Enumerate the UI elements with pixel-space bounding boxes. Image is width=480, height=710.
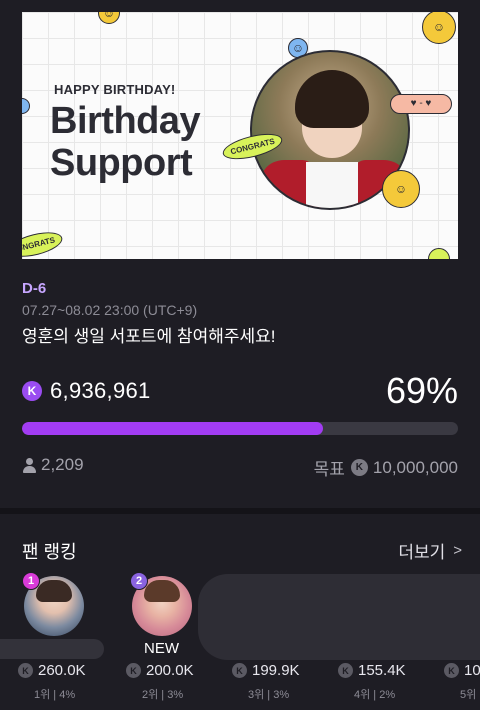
smiley-sticker-icon bbox=[428, 248, 450, 259]
rank-meta: 5위 bbox=[460, 689, 477, 701]
raised-amount-value: 6,936,961 bbox=[50, 378, 151, 403]
smiley-sticker-icon: ☺ bbox=[382, 170, 420, 208]
progress-percent: 69% bbox=[385, 370, 458, 411]
rank-values-row: K 260.0K K 200.0K K 199.9K K 155.4K K 10 bbox=[0, 662, 480, 682]
loading-placeholder bbox=[198, 574, 480, 660]
rank-meta: 4위 | 2% bbox=[354, 689, 396, 701]
goal-amount-value: 10,000,000 bbox=[372, 457, 458, 477]
fan-ranking-title: 팬 랭킹 bbox=[22, 542, 77, 562]
rank-entry-value[interactable]: K 260.0K bbox=[18, 662, 86, 679]
goal-amount: 목표 K 10,000,000 bbox=[314, 455, 458, 480]
rank-meta: 2위 | 3% bbox=[142, 689, 184, 701]
rank-entry-value[interactable]: K 200.0K bbox=[126, 662, 194, 679]
banner-kicker: HAPPY BIRTHDAY! bbox=[54, 82, 176, 97]
congrats-sticker: ONGRATS bbox=[22, 227, 66, 259]
k-coin-icon: K bbox=[338, 663, 353, 678]
new-badge: NEW bbox=[144, 640, 179, 657]
supporter-count: 2,209 bbox=[22, 455, 84, 475]
rank-value: 155.4K bbox=[358, 662, 406, 679]
rank-meta-row: 1위 | 4% 2위 | 3% 3위 | 3% 4위 | 2% 5위 bbox=[0, 686, 480, 701]
k-coin-icon: K bbox=[444, 663, 459, 678]
rank-2-avatar[interactable]: 2 bbox=[130, 572, 192, 636]
k-coin-icon: K bbox=[22, 381, 42, 401]
section-divider bbox=[0, 508, 480, 514]
smiley-sticker-icon: ☺ bbox=[422, 12, 456, 44]
chevron-right-icon: > bbox=[453, 542, 462, 559]
rank-entry-value[interactable]: K 199.9K bbox=[232, 662, 300, 679]
progress-bar-fill bbox=[22, 422, 323, 435]
more-link[interactable]: 더보기 > bbox=[398, 538, 462, 563]
loading-placeholder bbox=[0, 639, 104, 659]
heart-tag-sticker: ♥ - ♥ bbox=[390, 94, 452, 114]
rank-1-avatar[interactable]: 1 bbox=[22, 572, 84, 636]
k-coin-icon: K bbox=[126, 663, 141, 678]
rank-entry-value[interactable]: K 155.4K bbox=[338, 662, 406, 679]
smiley-sticker-icon: ☺ bbox=[98, 12, 120, 24]
progress-bar bbox=[22, 422, 458, 435]
smiley-sticker-icon bbox=[22, 98, 30, 114]
rank-value: 200.0K bbox=[146, 662, 194, 679]
supporter-count-value: 2,209 bbox=[41, 455, 84, 474]
person-icon bbox=[22, 457, 37, 473]
d-day-countdown: D-6 bbox=[22, 280, 47, 297]
rank-value: 260.0K bbox=[38, 662, 86, 679]
rank-value: 199.9K bbox=[252, 662, 300, 679]
campaign-description: 영훈의 생일 서포트에 참여해주세요! bbox=[22, 327, 276, 346]
campaign-period: 07.27~08.02 23:00 (UTC+9) bbox=[22, 302, 198, 318]
more-label: 더보기 bbox=[398, 543, 446, 562]
rank-badge: 2 bbox=[130, 572, 148, 590]
raised-amount: K 6,936,961 bbox=[22, 378, 151, 404]
birthday-support-banner[interactable]: ☺ ☺ ☺ HAPPY BIRTHDAY! Birthday Support C… bbox=[22, 12, 458, 259]
rank-meta: 1위 | 4% bbox=[34, 689, 76, 701]
rank-meta: 3위 | 3% bbox=[248, 689, 290, 701]
rank-entry-value[interactable]: K 10 bbox=[444, 662, 480, 679]
k-coin-icon: K bbox=[18, 663, 33, 678]
k-coin-icon: K bbox=[232, 663, 247, 678]
goal-label: 목표 bbox=[313, 460, 345, 479]
rank-badge: 1 bbox=[22, 572, 40, 590]
rank-value: 10 bbox=[464, 662, 480, 679]
k-coin-icon: K bbox=[350, 459, 368, 476]
banner-headline: Birthday Support bbox=[50, 100, 201, 184]
